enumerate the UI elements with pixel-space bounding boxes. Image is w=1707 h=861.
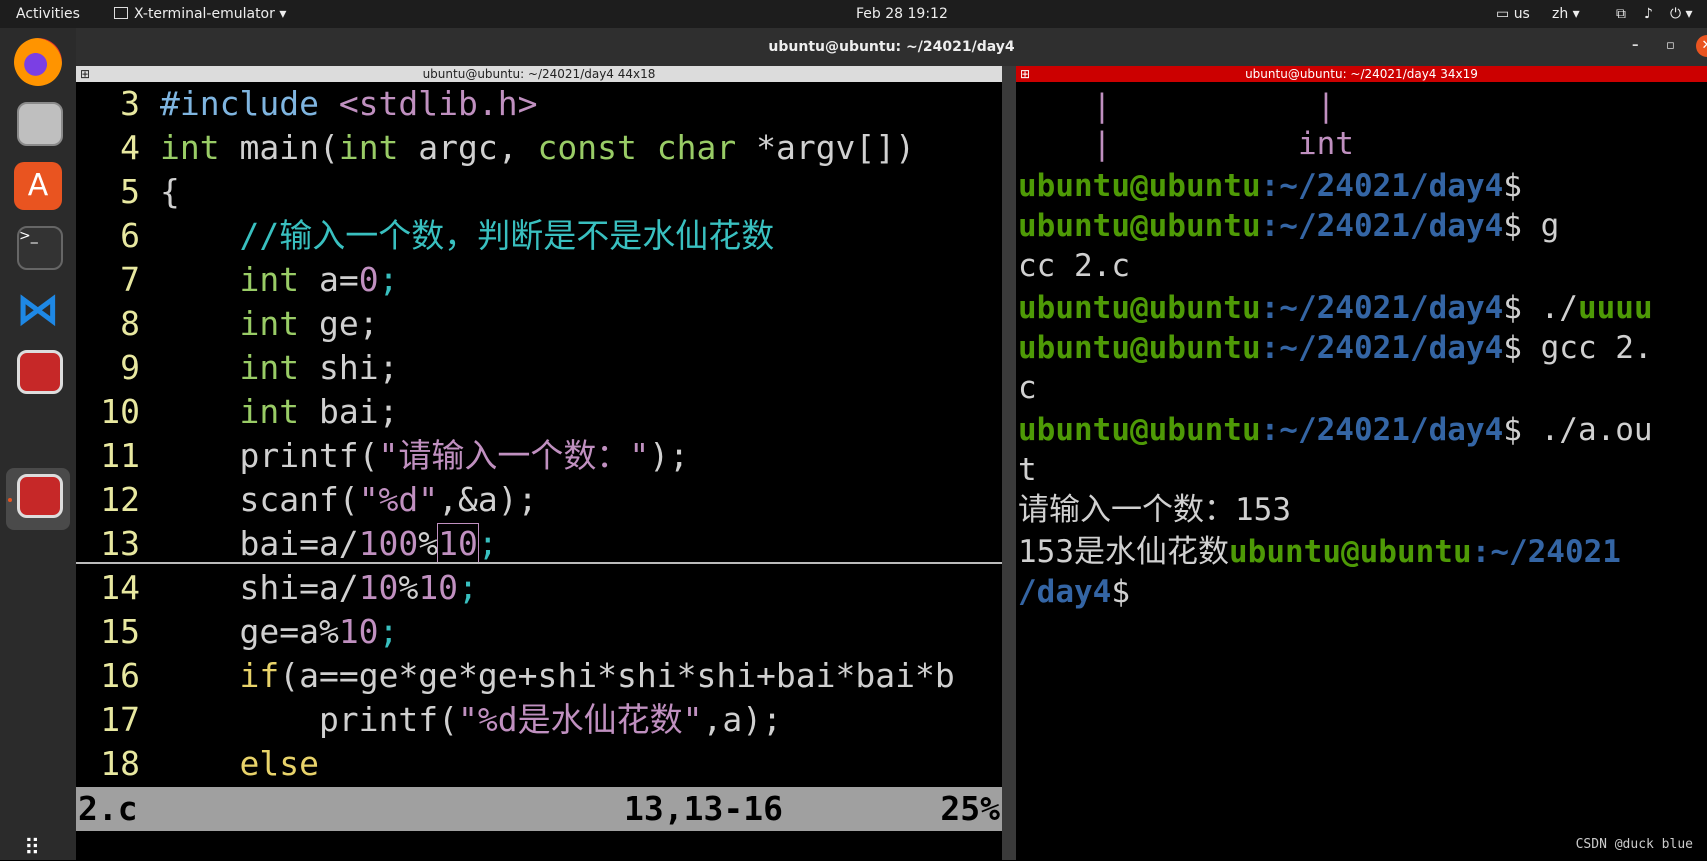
code-line: 5{ (120, 172, 180, 211)
app-menu[interactable]: X-terminal-emulator ▾ (114, 6, 286, 22)
code-line: 11 printf("请输入一个数："); (100, 436, 690, 475)
network-icon[interactable]: ⧉ (1616, 6, 1626, 22)
code-line: 3 #include <stdlib.h> (120, 84, 538, 123)
activities-button[interactable]: Activities (16, 6, 80, 22)
code-line: 17 printf("%d是水仙花数",a); (100, 700, 782, 739)
split-icon[interactable]: ⊞ (80, 66, 90, 82)
keyboard-icon: ▭ (1496, 6, 1510, 22)
clock[interactable]: Feb 28 19:12 (856, 6, 948, 22)
right-pane-header[interactable]: ⊞ ubuntu@ubuntu: ~/24021/day4 34x19 (1016, 66, 1707, 82)
power-icon[interactable]: ⏻ ▾ (1670, 6, 1693, 22)
app-menu-label: X-terminal-emulator (134, 6, 275, 22)
split-icon-right[interactable]: ⊞ (1020, 66, 1030, 82)
code-line: 6 //输入一个数，判断是不是水仙花数 (120, 216, 775, 255)
terminal-line: | | (1018, 88, 1336, 124)
show-applications-icon[interactable]: ⠿ (24, 836, 41, 861)
code-line: 14 shi=a/10%10; (100, 568, 478, 607)
terminal-line: | int (1018, 126, 1354, 162)
code-line: 7 int a=0; (120, 260, 399, 299)
chevron-down-icon: ▾ (279, 6, 287, 22)
volume-icon[interactable]: ♪ (1644, 6, 1653, 22)
maximize-button[interactable]: ▫ (1666, 38, 1675, 53)
window-titlebar[interactable]: ubuntu@ubuntu: ~/24021/day4 – ▫ ✕ (76, 28, 1707, 66)
status-filename: 2.c (78, 789, 138, 828)
vim-editor-pane[interactable]: 3 #include <stdlib.h> 4 int main(int argc,… (76, 82, 1002, 860)
terminal-line: ubuntu@ubuntu:~/24021/day4$ ./uuuu (1018, 290, 1653, 326)
dock: A >_ ⋈ ⠿ (0, 28, 76, 861)
terminal-line: t (1018, 452, 1037, 488)
window-title: ubuntu@ubuntu: ~/24021/day4 (768, 39, 1015, 55)
cursor-line-underline (76, 562, 1002, 564)
keyboard-layout[interactable]: ▭ us (1496, 6, 1530, 22)
code-line: 18 else (100, 744, 319, 783)
code-line-current: 13 bai=a/100%10; (100, 523, 498, 564)
software-center-icon[interactable]: A (14, 162, 62, 210)
status-scroll-percent: 25% (940, 789, 1000, 828)
terminal-line: ubuntu@ubuntu:~/24021/day4$ g (1018, 208, 1560, 244)
terminal-line: ubuntu@ubuntu:~/24021/day4$ ./a.ou (1018, 412, 1653, 448)
code-line: 12 scanf("%d",&a); (100, 480, 538, 519)
terminal-line: ubuntu@ubuntu:~/24021/day4$ gcc 2. (1018, 330, 1653, 366)
code-line: 4 int main(int argc, const char *argv[]) (120, 128, 916, 167)
code-line: 10 int bai; (100, 392, 399, 431)
firefox-icon[interactable] (14, 38, 62, 86)
x-terminal-icon[interactable] (17, 350, 63, 394)
code-line: 8 int ge; (120, 304, 379, 343)
pane-divider[interactable] (1002, 66, 1016, 860)
x-terminal-icon-active[interactable] (17, 474, 63, 518)
terminal-app-icon[interactable]: >_ (17, 226, 63, 270)
code-line: 9 int shi; (120, 348, 399, 387)
code-line: 16 if(a==ge*ge*ge+shi*shi*shi+bai*bai*b (100, 656, 955, 695)
shell-pane[interactable]: | | | int ubuntu@ubuntu:~/24021/day4$ ub… (1016, 82, 1707, 860)
terminal-line: /day4$ (1018, 574, 1130, 610)
input-method[interactable]: zh ▾ (1552, 6, 1580, 22)
minimize-button[interactable]: – (1632, 38, 1639, 53)
left-pane-header[interactable]: ⊞ ubuntu@ubuntu: ~/24021/day4 44x18 (76, 66, 1002, 82)
terminal-output-line: 153是水仙花数ubuntu@ubuntu:~/24021 (1018, 534, 1621, 570)
dock-running-indicator (8, 498, 12, 502)
vscode-icon[interactable]: ⋈ (14, 286, 62, 334)
files-icon[interactable] (17, 102, 63, 146)
left-pane-title: ubuntu@ubuntu: ~/24021/day4 44x18 (422, 67, 656, 81)
right-pane-title: ubuntu@ubuntu: ~/24021/day4 34x19 (1245, 67, 1478, 81)
terminal-line: cc 2.c (1018, 248, 1130, 284)
terminal-icon (114, 7, 128, 19)
status-cursor-position: 13,13-16 (624, 789, 783, 828)
terminal-line: c (1018, 370, 1037, 406)
keyboard-label: us (1513, 6, 1530, 22)
vim-status-line: 2.c 13,13-16 25% (76, 787, 1002, 831)
terminal-line: ubuntu@ubuntu:~/24021/day4$ (1018, 168, 1522, 204)
input-method-label: zh (1552, 6, 1569, 22)
watermark: CSDN @duck blue (1575, 837, 1693, 852)
top-bar: Activities X-terminal-emulator ▾ Feb 28 … (0, 0, 1707, 28)
terminal-output-line: 请输入一个数：153 (1018, 492, 1291, 528)
code-line: 15 ge=a%10; (100, 612, 399, 651)
